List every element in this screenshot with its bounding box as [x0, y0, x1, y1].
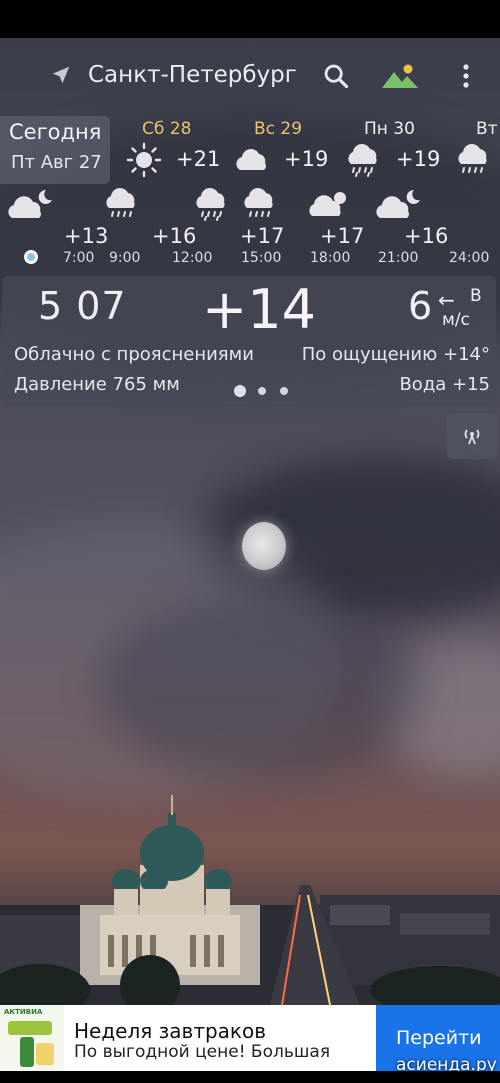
ad-title: Неделя завтраков: [74, 1019, 267, 1043]
day-forecast[interactable]: Пн 30 +19: [342, 116, 452, 184]
landscape-icon[interactable]: [380, 60, 420, 92]
hourly-temp: +17: [320, 224, 365, 248]
day-name: Сб 28: [142, 119, 192, 139]
hourly-time: 24:00: [449, 250, 490, 266]
daily-forecast-strip: Сегодня Пт Авг 27 Сб 28 +21 Вс 29 +19 Пн…: [0, 116, 500, 184]
wind-direction: В: [470, 286, 482, 306]
city-name[interactable]: Санкт-Петербург: [88, 62, 297, 88]
page-dot: [258, 387, 266, 395]
page-indicator: [234, 384, 294, 398]
current-conditions-card[interactable]: 5 07 +14 6 ← В м/с Облачно с прояснениям…: [2, 276, 496, 406]
current-time-dot: [24, 250, 38, 264]
ad-brand: АКТИВИА: [4, 1008, 43, 1016]
location-arrow-icon[interactable]: [50, 64, 72, 86]
day-forecast[interactable]: Сб 28 +21: [122, 116, 232, 184]
nav-bar: [0, 1071, 500, 1083]
water-temp: Вода +15: [399, 374, 490, 395]
today-card[interactable]: Сегодня Пт Авг 27: [0, 116, 110, 184]
cathedral-cityscape: [0, 795, 500, 1005]
partly-cloudy-icon: [309, 192, 346, 216]
day-name: Пн 30: [364, 119, 415, 139]
hourly-temp: +16: [152, 224, 197, 248]
day-name: Вт: [476, 119, 498, 139]
more-vert-icon[interactable]: [455, 60, 477, 92]
sun-icon: [126, 142, 162, 178]
cloud-icon: [236, 149, 266, 170]
wind-speed: 6: [408, 284, 433, 328]
partly-cloudy-night-icon: [376, 189, 420, 218]
hourly-time: 7:00: [63, 250, 95, 266]
today-date: Пт Авг 27: [11, 152, 102, 173]
day-temp: +19: [396, 147, 441, 171]
page-dot-active: [234, 385, 246, 397]
hourly-temp: +17: [240, 224, 285, 248]
broadcast-icon: [464, 429, 480, 445]
rain-cloud-icon: [196, 188, 225, 221]
rain-cloud-icon: [244, 188, 273, 217]
ad-subtitle: По выгодной цене! Большая: [74, 1042, 331, 1062]
feels-like: По ощущению +14°: [301, 344, 490, 365]
wind-unit: м/с: [442, 310, 470, 330]
condition-text: Облачно с прояснениями: [14, 344, 254, 365]
top-bar: Санкт-Петербург: [0, 50, 500, 104]
hourly-forecast: +13 +16 +17 +17 +16 7:00 9:00 12:00 15:0…: [0, 184, 500, 270]
day-forecast[interactable]: Вс 29 +19: [232, 116, 342, 184]
day-forecast[interactable]: Вт: [452, 116, 500, 184]
day-temp: +19: [284, 147, 329, 171]
hourly-time: 9:00: [109, 250, 141, 266]
rain-cloud-icon: [106, 188, 135, 217]
partly-cloudy-night-icon: [8, 189, 52, 218]
pressure: Давление 765 мм: [14, 374, 180, 395]
radar-button[interactable]: [447, 413, 497, 459]
hourly-temp: +16: [404, 224, 449, 248]
hourly-temp: +13: [64, 224, 109, 248]
rain-cloud-icon: [458, 144, 487, 173]
page-dot: [280, 387, 288, 395]
current-temperature: +14: [202, 278, 316, 341]
hourly-time: 12:00: [172, 250, 213, 266]
rain-cloud-icon: [348, 144, 377, 177]
wind-arrow-icon: ←: [438, 288, 455, 312]
current-time: 5 07: [38, 284, 127, 328]
hourly-time: 15:00: [241, 250, 282, 266]
moon-image: [242, 522, 286, 570]
day-temp: +21: [176, 147, 221, 171]
hourly-time: 21:00: [378, 250, 419, 266]
day-name: Вс 29: [254, 119, 303, 139]
search-icon[interactable]: [322, 62, 350, 90]
today-label: Сегодня: [9, 120, 102, 144]
hourly-time: 18:00: [310, 250, 351, 266]
ad-product-image: АКТИВИА: [0, 1005, 64, 1071]
ad-cta-label: Перейти: [396, 1027, 482, 1049]
status-bar: [0, 0, 500, 38]
